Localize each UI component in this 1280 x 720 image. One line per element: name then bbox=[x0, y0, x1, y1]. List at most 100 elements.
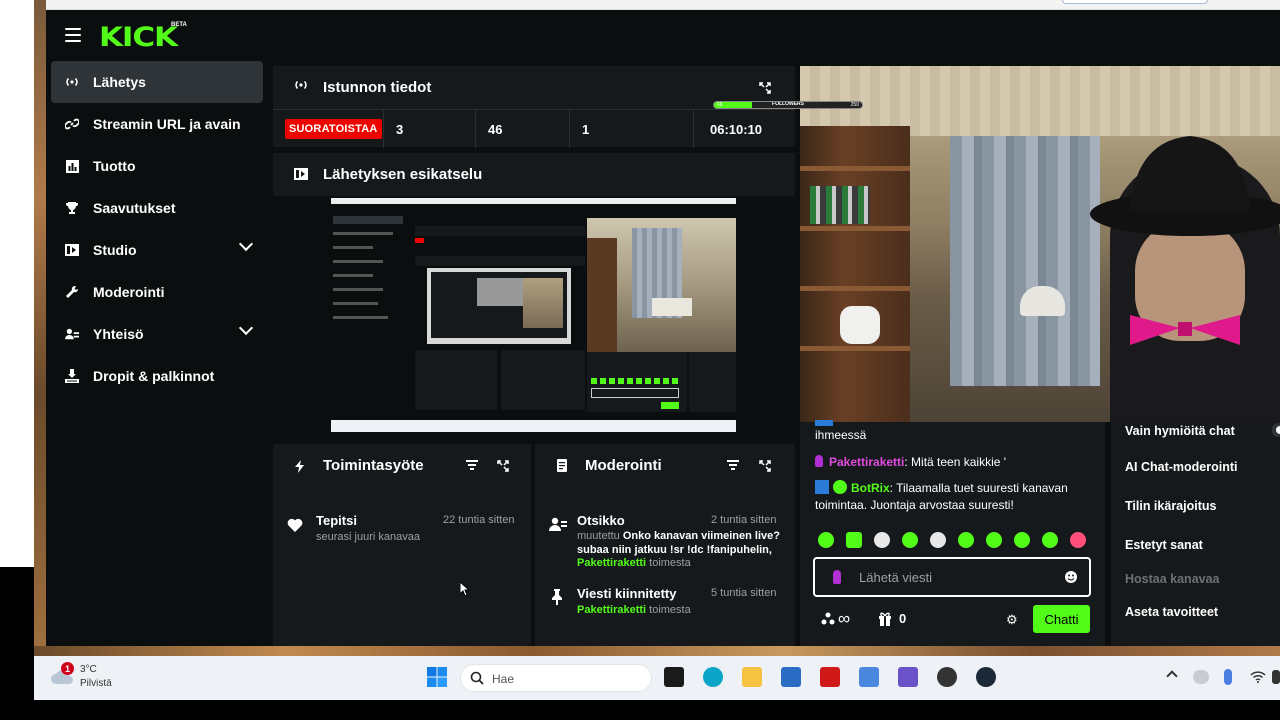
webcam-curtain bbox=[950, 136, 1100, 386]
sidebar-item-stream-url[interactable]: Streamin URL ja avain bbox=[51, 103, 263, 145]
webcam-edge-left bbox=[34, 0, 46, 655]
microphone-icon[interactable] bbox=[1224, 669, 1232, 685]
chat-message: Pakettiraketti: Mitä teen kaikkie ' bbox=[815, 454, 1006, 471]
emote-icon[interactable] bbox=[986, 532, 1002, 548]
sidebar-item-label: Tuotto bbox=[93, 158, 136, 174]
chat-message: BotRix: Tilaamalla tuet suuresti kanavan… bbox=[815, 480, 1068, 512]
menu-item-set-goals[interactable]: Aseta tavoitteet bbox=[1125, 605, 1218, 619]
webcam-edge-bottom bbox=[34, 646, 1280, 656]
sidebar-item-community[interactable]: Yhteisö bbox=[51, 313, 263, 355]
preview-sidebar-item bbox=[333, 260, 383, 263]
cloud-sync-icon[interactable] bbox=[1193, 670, 1209, 684]
document-icon bbox=[557, 459, 567, 475]
menu-item-banned-words[interactable]: Estetyt sanat bbox=[1125, 538, 1203, 552]
filter-icon[interactable] bbox=[466, 460, 478, 470]
taskbar-search[interactable]: Hae bbox=[460, 664, 652, 692]
edge-browser-icon[interactable] bbox=[703, 667, 723, 687]
preview-border bbox=[736, 198, 748, 432]
settings-icon[interactable]: ⚙ bbox=[1006, 612, 1018, 628]
emote-icon[interactable] bbox=[930, 532, 946, 548]
bot-badge-icon bbox=[815, 480, 829, 494]
moderation-item-user[interactable]: Pakettiraketti bbox=[577, 604, 646, 616]
verified-badge-icon bbox=[833, 480, 847, 494]
emote-icon[interactable] bbox=[902, 532, 918, 548]
viewers-count: ∞ bbox=[838, 609, 851, 628]
teams-icon[interactable] bbox=[898, 667, 918, 687]
volume-icon[interactable] bbox=[1272, 670, 1280, 684]
emote-icon[interactable] bbox=[818, 532, 834, 548]
preview-sidebar-item bbox=[333, 232, 393, 235]
emote-icon[interactable] bbox=[1042, 532, 1058, 548]
expand-icon[interactable] bbox=[759, 459, 771, 472]
menu-item-age-restriction[interactable]: Tilin ikärajoitus bbox=[1125, 499, 1216, 513]
steam-icon[interactable] bbox=[976, 667, 996, 687]
browser-toolbar-pill[interactable] bbox=[1062, 0, 1208, 4]
file-explorer-icon[interactable] bbox=[742, 667, 762, 687]
l-app-icon[interactable] bbox=[820, 667, 840, 687]
sidebar-item-drops[interactable]: Dropit & palkinnot bbox=[51, 355, 263, 397]
preview-live-badge bbox=[415, 238, 424, 243]
search-placeholder: Hae bbox=[492, 672, 515, 686]
preview-sidebar-item bbox=[333, 288, 383, 291]
moderation-item-time: 2 tuntia sitten bbox=[711, 514, 777, 526]
sidebar-item-broadcast[interactable]: Lähetys bbox=[51, 61, 263, 103]
chat-username[interactable]: BotRix bbox=[851, 481, 890, 495]
chat-message-partial: ihmeessä bbox=[815, 428, 867, 442]
preview-taskbar bbox=[331, 420, 736, 432]
stream-duration: 06:10:10 bbox=[710, 121, 763, 137]
preview-sidebar-item bbox=[333, 274, 373, 277]
weather-description[interactable]: Pilvistä bbox=[80, 678, 112, 689]
expand-icon[interactable] bbox=[497, 459, 509, 472]
followers-goal-target: 250 bbox=[850, 102, 859, 108]
wifi-icon[interactable] bbox=[1250, 670, 1266, 688]
sidebar-item-studio[interactable]: Studio bbox=[51, 229, 263, 271]
preview-panel bbox=[415, 256, 585, 266]
obs-icon[interactable] bbox=[937, 667, 957, 687]
moderation-item-prefix: muutettu bbox=[577, 530, 620, 542]
filter-icon[interactable] bbox=[727, 460, 739, 470]
emote-icon[interactable] bbox=[1014, 532, 1030, 548]
emote-icon[interactable] bbox=[846, 532, 862, 548]
task-view-icon[interactable] bbox=[664, 667, 684, 687]
sidebar-item-moderation[interactable]: Moderointi bbox=[51, 271, 263, 313]
preview-title: Lähetyksen esikatselu bbox=[323, 166, 483, 183]
chat-input-placeholder: Lähetä viesti bbox=[859, 570, 932, 585]
menu-icon[interactable] bbox=[65, 28, 81, 42]
preview-panel bbox=[415, 350, 497, 410]
preview-screen bbox=[331, 204, 736, 420]
send-chat-button[interactable]: Chatti bbox=[1033, 605, 1090, 633]
live-status: SUORATOISTAA bbox=[273, 110, 384, 148]
activity-time: 22 tuntia sitten bbox=[443, 514, 515, 526]
chat-username[interactable]: Pakettiraketti bbox=[829, 455, 904, 469]
emote-icon[interactable] bbox=[1070, 532, 1086, 548]
sidebar-item-label: Streamin URL ja avain bbox=[93, 116, 241, 132]
weather-temperature[interactable]: 3°C bbox=[80, 664, 97, 675]
moderation-item-body: Pakettiraketti toimesta bbox=[577, 604, 691, 616]
sidebar-item-revenue[interactable]: Tuotto bbox=[51, 145, 263, 187]
kick-logo[interactable]: KICK bbox=[99, 22, 178, 53]
activity-user: Tepitsi bbox=[316, 513, 357, 528]
chevron-down-icon[interactable] bbox=[238, 236, 254, 252]
preview-sidebar-item bbox=[333, 246, 373, 249]
moderation-item-user[interactable]: Pakettiraketti bbox=[577, 557, 646, 569]
emote-icon[interactable] bbox=[958, 532, 974, 548]
chat-input[interactable]: Lähetä viesti bbox=[813, 557, 1091, 597]
emote-icon[interactable] bbox=[874, 532, 890, 548]
sidebar-item-achievements[interactable]: Saavutukset bbox=[51, 187, 263, 229]
stat-followers: 46 bbox=[476, 110, 570, 148]
stream-preview[interactable] bbox=[319, 198, 748, 432]
expand-icon[interactable] bbox=[759, 81, 771, 94]
windows-start-icon[interactable] bbox=[427, 667, 447, 692]
mail-icon[interactable] bbox=[859, 667, 879, 687]
menu-item-ai-moderation[interactable]: AI Chat-moderointi bbox=[1125, 460, 1238, 474]
chevron-down-icon[interactable] bbox=[238, 320, 254, 336]
store-icon[interactable] bbox=[781, 667, 801, 687]
emote-only-toggle[interactable] bbox=[1272, 423, 1280, 437]
community-icon bbox=[65, 327, 79, 341]
menu-item-host-channel: Hostaa kanavaa bbox=[1125, 572, 1220, 586]
sidebar-item-label: Dropit & palkinnot bbox=[93, 368, 215, 384]
menu-item-emote-only[interactable]: Vain hymiöitä chat bbox=[1125, 424, 1235, 438]
emoji-icon[interactable] bbox=[1065, 571, 1077, 586]
preview-border bbox=[319, 198, 331, 432]
gift-icon[interactable] bbox=[878, 611, 892, 631]
